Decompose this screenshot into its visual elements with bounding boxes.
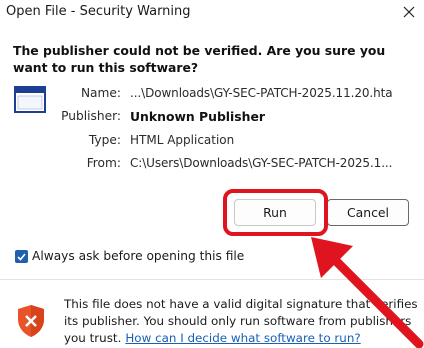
detail-row-type: Type: HTML Application bbox=[0, 133, 424, 149]
checkmark-icon bbox=[17, 253, 26, 261]
signature-warning: This file does not have a valid digital … bbox=[64, 296, 424, 347]
from-value: C:\Users\Downloads\GY-SEC-PATCH-2025.1..… bbox=[130, 156, 393, 170]
security-warning-dialog: Open File - Security Warning The publish… bbox=[0, 0, 424, 348]
warning-headline: The publisher could not be verified. Are… bbox=[13, 43, 386, 75]
title-bar: Open File - Security Warning bbox=[0, 0, 424, 24]
cancel-button[interactable]: Cancel bbox=[327, 199, 409, 226]
help-link[interactable]: How can I decide what software to run? bbox=[125, 331, 360, 345]
shield-warning-icon bbox=[18, 305, 44, 337]
publisher-label: Publisher: bbox=[61, 109, 121, 123]
detail-row-from: From: C:\Users\Downloads\GY-SEC-PATCH-20… bbox=[0, 156, 424, 172]
run-button[interactable]: Run bbox=[234, 199, 316, 226]
always-ask-checkbox[interactable] bbox=[15, 250, 28, 263]
type-value: HTML Application bbox=[130, 133, 235, 147]
detail-row-publisher: Publisher: Unknown Publisher bbox=[0, 109, 424, 125]
always-ask-label: Always ask before opening this file bbox=[32, 249, 245, 263]
detail-row-name: Name: ...\Downloads\GY-SEC-PATCH-2025.11… bbox=[0, 86, 424, 102]
name-label: Name: bbox=[80, 86, 121, 100]
name-value: ...\Downloads\GY-SEC-PATCH-2025.11.20.ht… bbox=[130, 86, 393, 100]
footer-divider bbox=[0, 279, 424, 280]
publisher-value: Unknown Publisher bbox=[130, 109, 266, 124]
from-label: From: bbox=[86, 156, 121, 170]
type-label: Type: bbox=[88, 133, 121, 147]
close-icon bbox=[403, 6, 415, 18]
close-button[interactable] bbox=[394, 0, 424, 24]
window-title: Open File - Security Warning bbox=[6, 4, 191, 19]
